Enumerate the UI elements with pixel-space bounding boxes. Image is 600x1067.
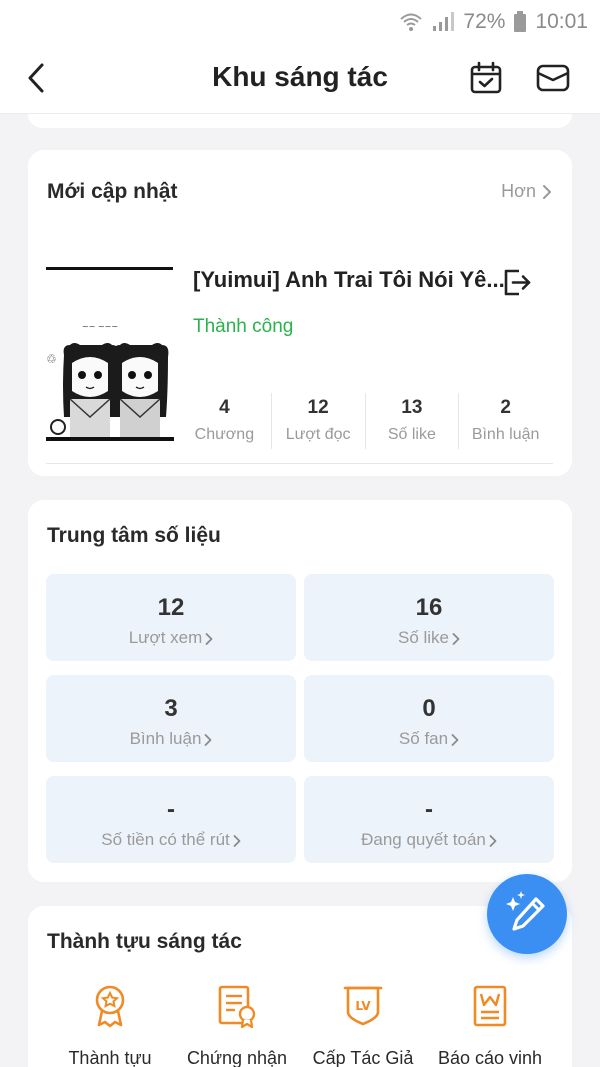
stat-label: Lượt đọc (285, 426, 351, 443)
tile-label-row: Số tiền có thể rút (46, 830, 296, 850)
tile-value: 16 (415, 594, 443, 621)
clock: 10:01 (535, 10, 588, 33)
medal-icon (95, 985, 125, 1028)
app-header: Khu sáng tác (0, 44, 600, 114)
stat-reads: 12 Lượt đọc (270, 393, 365, 449)
mail-icon (536, 64, 570, 92)
author-level-item[interactable]: LV Cấp Tác Giả (299, 984, 427, 1067)
certificate-item[interactable]: Chứng nhận (173, 984, 301, 1067)
manga-cover-illustration: ~~ ~~~ ♲ (46, 322, 174, 441)
stat-value: 13 (401, 397, 423, 418)
report-icon (473, 985, 507, 1027)
tile-value: 3 (164, 695, 178, 722)
calendar-button[interactable] (469, 61, 503, 95)
chevron-right-icon (233, 834, 241, 847)
svg-text:~~ ~~~: ~~ ~~~ (82, 322, 118, 331)
stat-chapters: 4 Chương (178, 393, 271, 449)
achievement-label: Thành tựu (68, 1048, 152, 1067)
tile-value: - (167, 796, 175, 823)
tile-value: 12 (157, 594, 185, 621)
tile-likes[interactable]: 16 Số like (304, 574, 554, 661)
tile-value: 0 (422, 695, 436, 722)
honor-report-item[interactable]: Báo cáo vinh (426, 984, 554, 1067)
section-title: Trung tâm số liệu (47, 524, 221, 547)
edit-sparkle-icon (506, 891, 545, 931)
tile-label: Số fan (398, 729, 449, 748)
tile-label-row: Lượt xem (46, 628, 296, 648)
chevron-right-icon (451, 733, 459, 746)
tile-label: Bình luận (129, 729, 202, 748)
tile-label: Số like (397, 628, 450, 647)
section-title: Mới cập nhật (47, 180, 178, 203)
stat-likes: 13 Số like (364, 393, 459, 449)
mail-button[interactable] (535, 62, 571, 94)
previous-card-edge (28, 114, 572, 128)
book-cover[interactable]: ~~ ~~~ ♲ (46, 267, 174, 443)
tile-label: Số tiền có thể rút (101, 830, 230, 849)
tile-settling[interactable]: - Đang quyết toán (304, 776, 554, 863)
battery-icon (513, 11, 527, 33)
more-link[interactable]: Hơn (501, 181, 552, 202)
wifi-icon (399, 11, 423, 33)
author-level-label: Cấp Tác Giả (312, 1048, 414, 1067)
svg-text:LV: LV (355, 999, 371, 1013)
stat-comments: 2 Bình luận (458, 393, 552, 449)
status-bar: 72% 10:01 (0, 0, 600, 44)
cover-top-line (46, 267, 173, 270)
tile-label: Đang quyết toán (361, 830, 486, 849)
exit-icon (504, 269, 531, 296)
level-badge-icon: LV (343, 986, 383, 1026)
battery-level: 72% (463, 10, 506, 33)
tile-label: Lượt xem (128, 628, 203, 647)
tile-label-row: Bình luận (46, 729, 296, 749)
signal-icon (431, 11, 455, 33)
tile-views[interactable]: 12 Lượt xem (46, 574, 296, 661)
book-title[interactable]: [Yuimui] Anh Trai Tôi Nói Yê... (193, 267, 505, 293)
stat-label: Chương (194, 426, 255, 443)
achievement-item[interactable]: Thành tựu (46, 984, 174, 1067)
stat-label: Bình luận (471, 426, 540, 443)
book-stats: 4 Chương 12 Lượt đọc 13 Số like 2 Bình l… (178, 393, 552, 449)
honor-report-label: Báo cáo vinh (437, 1048, 543, 1067)
tile-comments[interactable]: 3 Bình luận (46, 675, 296, 762)
tile-label-row: Đang quyết toán (304, 830, 554, 850)
stat-value: 4 (219, 397, 230, 418)
chevron-right-icon (205, 632, 213, 645)
tile-value: - (425, 796, 433, 823)
stat-label: Số like (387, 426, 436, 443)
stat-value: 12 (307, 397, 329, 418)
tile-fans[interactable]: 0 Số fan (304, 675, 554, 762)
stat-value: 2 (500, 397, 511, 418)
certificate-icon (218, 985, 256, 1028)
tile-label-row: Số fan (304, 729, 554, 749)
exit-button[interactable] (502, 267, 532, 297)
data-center-card: Trung tâm số liệu 12 Lượt xem 16 Số like… (28, 500, 572, 882)
recent-updates-card: Mới cập nhật Hơn ~~ ~~~ ♲ [Yuimui] Anh T… (28, 150, 572, 476)
calendar-check-icon (470, 61, 502, 94)
svg-text:♲: ♲ (46, 352, 57, 366)
chevron-right-icon (543, 184, 551, 199)
section-title: Thành tựu sáng tác (47, 930, 242, 953)
chevron-right-icon (452, 632, 460, 645)
certificate-label: Chứng nhận (186, 1048, 288, 1067)
tile-withdrawable[interactable]: - Số tiền có thể rút (46, 776, 296, 863)
publish-status: Thành công (193, 316, 294, 337)
compose-button[interactable] (487, 874, 567, 954)
chevron-right-icon (205, 733, 212, 746)
tile-label-row: Số like (304, 628, 554, 648)
chevron-right-icon (489, 834, 497, 847)
divider (46, 463, 553, 464)
page-title: Khu sáng tác (212, 61, 388, 92)
more-label: Hơn (501, 181, 536, 201)
